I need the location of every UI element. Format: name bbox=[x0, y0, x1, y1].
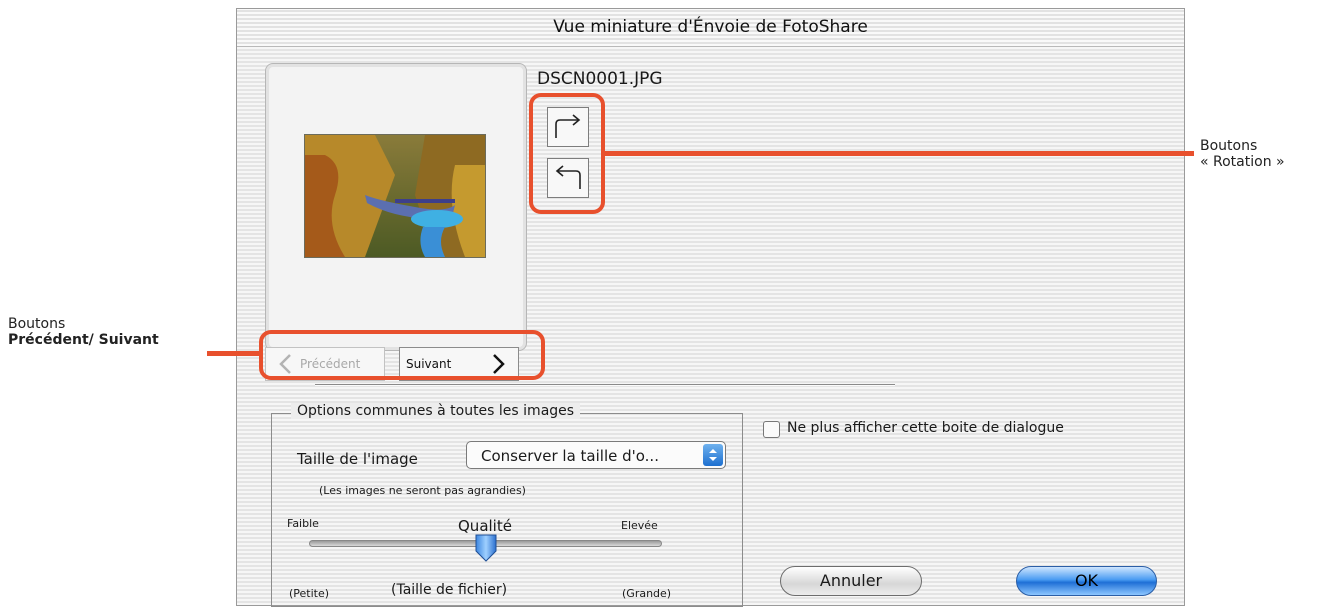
rotation-callout-line1: Boutons bbox=[1200, 138, 1258, 154]
quality-high-label: Elevée bbox=[621, 519, 658, 532]
separator bbox=[315, 384, 895, 386]
thumbnail-image bbox=[304, 134, 486, 258]
file-size-large-label: (Grande) bbox=[622, 587, 672, 600]
dont-show-checkbox[interactable] bbox=[763, 421, 780, 438]
rotation-callout: Boutons « Rotation » bbox=[1200, 138, 1285, 170]
dialog-title: Vue miniature d'Énvoie de FotoShare bbox=[237, 9, 1184, 47]
common-options-title: Options communes à toutes les images bbox=[291, 403, 581, 419]
file-size-label: (Taille de fichier) bbox=[391, 582, 508, 598]
rotation-callout-line bbox=[605, 151, 1194, 156]
nav-callout: Boutons Précédent/ Suivant bbox=[8, 316, 159, 348]
dont-show-label: Ne plus afficher cette boite de dialogue bbox=[787, 420, 1064, 436]
rotation-highlight bbox=[529, 93, 605, 214]
updown-arrows-icon bbox=[703, 444, 723, 466]
image-size-note: (Les images ne seront pas agrandies) bbox=[319, 484, 526, 497]
nav-callout-line1: Boutons bbox=[8, 316, 66, 332]
file-name: DSCN0001.JPG bbox=[537, 69, 663, 89]
image-size-value: Conserver la taille d'o... bbox=[481, 447, 659, 465]
cancel-button[interactable]: Annuler bbox=[780, 566, 922, 596]
quality-slider-thumb[interactable] bbox=[474, 533, 498, 563]
image-size-label: Taille de l'image bbox=[297, 450, 418, 468]
quality-low-label: Faible bbox=[287, 517, 319, 530]
file-size-small-label: (Petite) bbox=[289, 587, 330, 600]
ok-button[interactable]: OK bbox=[1016, 566, 1157, 596]
nav-callout-line2: Précédent/ Suivant bbox=[8, 332, 159, 348]
rotation-callout-line2: « Rotation » bbox=[1200, 154, 1285, 170]
thumbnail-dialog: Vue miniature d'Énvoie de FotoShare DSCN… bbox=[236, 8, 1185, 607]
image-size-select[interactable]: Conserver la taille d'o... bbox=[466, 441, 726, 469]
nav-highlight bbox=[259, 330, 545, 380]
nav-callout-line bbox=[207, 351, 259, 356]
thumbnail-frame bbox=[265, 63, 527, 351]
